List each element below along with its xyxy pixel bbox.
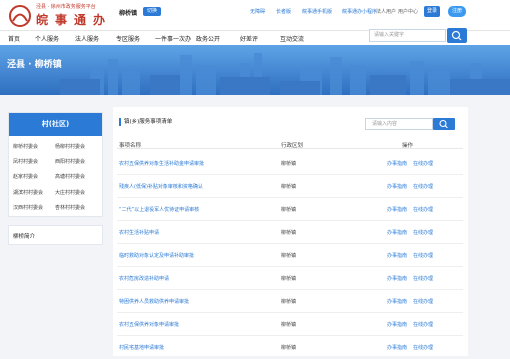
nav-review[interactable]: 好差评 (240, 34, 258, 43)
guide-link[interactable]: 办事指南 (387, 252, 407, 259)
logo-icon (9, 5, 31, 27)
service-search-input[interactable]: 请输入内容 (365, 118, 433, 130)
village-link[interactable]: 凤村村委会 (13, 158, 38, 165)
guide-link[interactable]: 办事指南 (387, 183, 407, 190)
online-handle-link[interactable]: 在线办理 (413, 160, 433, 167)
service-list-title: 镇(乡)服务事项清单 (119, 118, 172, 126)
online-handle-link[interactable]: 在线办理 (413, 252, 433, 259)
service-region: 柳桥镇 (281, 322, 297, 328)
guide-link[interactable]: 办事指南 (387, 229, 407, 236)
page-title: 泾县 · 柳桥镇 (7, 60, 62, 70)
sidebar-title: 村(社区) (9, 113, 102, 136)
table-row: 农村危房改造补助申请 柳桥镇 办事指南 在线办理 (117, 267, 463, 290)
site-search-button[interactable] (447, 28, 467, 43)
service-search-button[interactable] (433, 118, 455, 130)
guide-link[interactable]: 办事指南 (387, 160, 407, 167)
village-link[interactable]: 汉西村村委会 (13, 204, 43, 211)
service-region: 柳桥镇 (281, 161, 297, 167)
service-region: 柳桥镇 (281, 345, 297, 351)
village-link[interactable]: 高塘村村委会 (55, 173, 85, 180)
table-row: 特困供养人员救助供养申请审批 柳桥镇 办事指南 在线办理 (117, 290, 463, 313)
banner (0, 45, 510, 95)
elder-mode-link[interactable]: 长者版 (276, 8, 291, 15)
online-handle-link[interactable]: 在线办理 (413, 275, 433, 282)
region-switch-button[interactable]: 切换 (143, 7, 162, 16)
online-handle-link[interactable]: 在线办理 (413, 321, 433, 328)
town-intro-title: 柳桥简介 (13, 234, 36, 240)
online-handle-link[interactable]: 在线办理 (413, 298, 433, 305)
header-divider (117, 148, 463, 149)
village-link[interactable]: 大庄村村委会 (55, 189, 85, 196)
service-name-link[interactable]: 特困供养人员救助供养申请审批 (119, 298, 189, 305)
service-name-link[interactable]: 农村危房改造补助申请 (119, 275, 169, 282)
service-name-link[interactable]: 村民宅基地申请审批 (119, 344, 164, 351)
guide-link[interactable]: 办事指南 (387, 298, 407, 305)
online-handle-link[interactable]: 在线办理 (413, 183, 433, 190)
mini-program-link[interactable]: 皖事通办小程序 (342, 8, 377, 15)
service-name-link[interactable]: “二代”以上退役军人优待证申请审核 (119, 206, 199, 213)
service-region: 柳桥镇 (281, 276, 297, 282)
service-list-panel: 镇(乡)服务事项清单 请输入内容 事项名称 行政区划 操作 农村五保供养对象生活… (113, 107, 468, 356)
table-row: “二代”以上退役军人优待证申请审核 柳桥镇 办事指南 在线办理 (117, 198, 463, 221)
nav-one-thing[interactable]: 一件事一次办 (155, 34, 191, 43)
service-region: 柳桥镇 (281, 184, 297, 190)
current-region: 柳桥镇 (119, 10, 138, 17)
nav-special[interactable]: 专区服务 (116, 34, 140, 43)
service-name-link[interactable]: 残疾人(低保)补贴对象审核和资格确认 (119, 183, 203, 190)
nav-home[interactable]: 首页 (8, 34, 20, 43)
service-region: 柳桥镇 (281, 230, 297, 236)
search-icon (439, 119, 448, 129)
village-link[interactable]: 赵家村委会 (13, 173, 38, 180)
town-intro-box[interactable]: 柳桥简介 (8, 225, 103, 245)
guide-link[interactable]: 办事指南 (387, 321, 407, 328)
search-icon (451, 30, 462, 41)
service-region: 柳桥镇 (281, 253, 297, 259)
nav-interaction[interactable]: 互动交流 (280, 34, 304, 43)
city-skyline-image (0, 45, 510, 95)
service-name-link[interactable]: 农村五保供养对象申请审批 (119, 321, 179, 328)
nav-personal[interactable]: 个人服务 (35, 34, 59, 43)
service-name-link[interactable]: 农村五保供养对象生活补助金申请审批 (119, 160, 204, 167)
table-row: 临时救助对象认定及申请补助审批 柳桥镇 办事指南 在线办理 (117, 244, 463, 267)
user-center-link[interactable]: 用户中心 (398, 8, 418, 15)
service-name-link[interactable]: 农村生活补贴申请 (119, 229, 159, 236)
register-button[interactable]: 注册 (448, 6, 466, 17)
village-link[interactable]: 杏林村村委会 (55, 204, 85, 211)
logo-subtitle: 泾县 · 徐州市政务服务平台 (36, 4, 96, 10)
service-name-link[interactable]: 临时救助对象认定及申请补助审批 (119, 252, 194, 259)
nav-corporate[interactable]: 法人服务 (75, 34, 99, 43)
login-button[interactable]: 登录 (424, 6, 440, 17)
village-link[interactable]: 湖滨村村委会 (13, 189, 43, 196)
table-row: 残疾人(低保)补贴对象审核和资格确认 柳桥镇 办事指南 在线办理 (117, 175, 463, 198)
guide-link[interactable]: 办事指南 (387, 344, 407, 351)
site-header: 泾县 · 徐州市政务服务平台 皖事通办 柳桥镇 切换 无障碍 长者版 皖事通手机… (0, 0, 510, 30)
table-row: 农村生活补贴申请 柳桥镇 办事指南 在线办理 (117, 221, 463, 244)
online-handle-link[interactable]: 在线办理 (413, 229, 433, 236)
nav-public[interactable]: 政务公开 (196, 34, 220, 43)
mobile-app-link[interactable]: 皖事通手机版 (302, 8, 332, 15)
table-row: 农村五保供养对象申请审批 柳桥镇 办事指南 在线办理 (117, 313, 463, 336)
service-region: 柳桥镇 (281, 299, 297, 305)
village-sidebar: 村(社区) 柳桥村委会 杨柳村村委会 凤村村委会 西阳村村委会 赵家村委会 高塘… (8, 112, 103, 217)
guide-link[interactable]: 办事指南 (387, 275, 407, 282)
accessibility-link[interactable]: 无障碍 (250, 8, 265, 15)
site-search-input[interactable]: 请输入关键字 (369, 29, 446, 42)
village-link[interactable]: 杨柳村村委会 (55, 143, 85, 150)
guide-link[interactable]: 办事指南 (387, 206, 407, 213)
service-region: 柳桥镇 (281, 207, 297, 213)
village-link[interactable]: 西阳村村委会 (55, 158, 85, 165)
legal-user-link[interactable]: 法人用户 (376, 8, 396, 15)
village-link[interactable]: 柳桥村委会 (13, 143, 38, 150)
online-handle-link[interactable]: 在线办理 (413, 344, 433, 351)
table-row: 农村五保供养对象生活补助金申请审批 柳桥镇 办事指南 在线办理 (117, 152, 463, 175)
online-handle-link[interactable]: 在线办理 (413, 206, 433, 213)
logo-title: 皖事通办 (36, 13, 113, 27)
